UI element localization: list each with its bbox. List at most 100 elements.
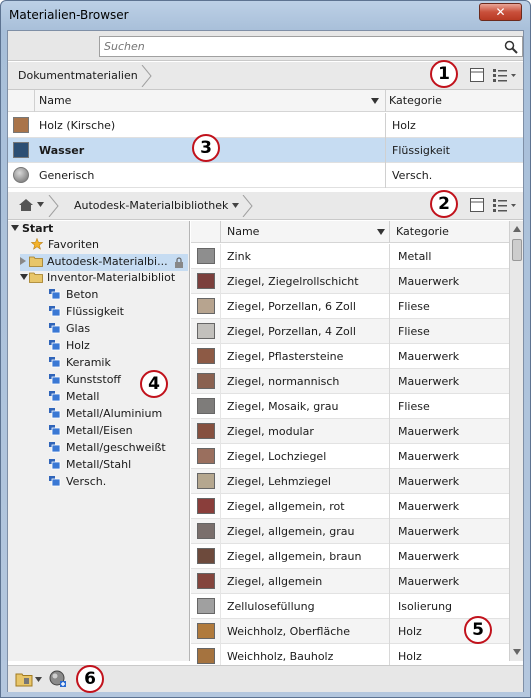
material-name: Ziegel, allgemein	[227, 575, 323, 588]
column-divider	[389, 544, 390, 569]
tree-node-category[interactable]: Flüssigkeit	[48, 305, 124, 321]
column-header-name[interactable]: Name	[39, 94, 71, 107]
chevron-down-icon[interactable]	[37, 202, 44, 207]
table-row[interactable]: Weichholz, Oberfläche Holz	[191, 619, 509, 644]
view-options-icon[interactable]	[491, 197, 517, 213]
table-row[interactable]: Ziegel, allgemein Mauerwerk	[191, 569, 509, 594]
material-swatch	[197, 348, 215, 364]
column-divider	[385, 113, 386, 138]
table-row[interactable]: Ziegel, normannisch Mauerwerk	[191, 369, 509, 394]
table-row[interactable]: Ziegel, allgemein, rot Mauerwerk	[191, 494, 509, 519]
search-field[interactable]	[99, 36, 523, 57]
table-row[interactable]: Ziegel, allgemein, grau Mauerwerk	[191, 519, 509, 544]
column-divider[interactable]	[34, 90, 35, 112]
table-row[interactable]: Generisch Versch.	[8, 163, 523, 188]
tree-node-category[interactable]: Metall/Stahl	[48, 458, 131, 474]
breadcrumb-document-materials[interactable]: Dokumentmaterialien	[12, 66, 150, 86]
chevron-down-icon[interactable]	[232, 203, 239, 208]
toggle-panel-icon[interactable]	[469, 67, 485, 83]
library-table-header: Name Kategorie	[191, 221, 509, 243]
table-row[interactable]: Ziegel, Porzellan, 4 Zoll Fliese	[191, 319, 509, 344]
column-header-category[interactable]: Kategorie	[396, 225, 449, 238]
material-swatch	[197, 598, 215, 614]
breadcrumb-autodesk-library[interactable]: Autodesk-Materialbibliothek	[68, 196, 240, 216]
callout-badge: 3	[192, 134, 220, 162]
table-row[interactable]: Ziegel, Mosaik, grau Fliese	[191, 394, 509, 419]
view-options-icon[interactable]	[491, 67, 517, 83]
breadcrumb-separator-icon	[242, 195, 253, 217]
collapse-arrow-icon[interactable]	[20, 257, 26, 265]
create-material-icon[interactable]	[49, 670, 67, 688]
title-bar[interactable]: Materialien-Browser ✕	[1, 1, 530, 31]
material-swatch	[197, 623, 215, 639]
category-icon	[49, 323, 61, 334]
tree-node-category[interactable]: Versch.	[48, 475, 106, 491]
home-icon[interactable]	[18, 198, 34, 212]
search-icon[interactable]	[504, 40, 518, 54]
column-divider	[220, 269, 221, 294]
material-name: Ziegel, allgemein, braun	[227, 550, 362, 563]
breadcrumb-separator-icon	[141, 65, 152, 87]
table-row[interactable]: Holz (Kirsche) Holz	[8, 113, 523, 138]
tree-node-category[interactable]: Beton	[48, 288, 98, 304]
material-name: Ziegel, Porzellan, 4 Zoll	[227, 325, 356, 338]
column-divider[interactable]	[385, 90, 386, 112]
table-row[interactable]: Ziegel, modular Mauerwerk	[191, 419, 509, 444]
category-icon	[49, 425, 61, 436]
material-swatch	[197, 373, 215, 389]
table-row-selected[interactable]: Wasser Flüssigkeit	[8, 138, 523, 163]
tree-node-category[interactable]: Metall/geschweißt	[48, 441, 166, 457]
table-row[interactable]: Ziegel, Ziegelrollschicht Mauerwerk	[191, 269, 509, 294]
vertical-scrollbar[interactable]	[509, 221, 523, 661]
column-divider	[220, 519, 221, 544]
scroll-up-icon[interactable]	[513, 226, 521, 232]
tree-label: Metall/Stahl	[66, 458, 132, 471]
tree-node-category[interactable]: Glas	[48, 322, 90, 338]
scrollbar-thumb[interactable]	[512, 239, 522, 261]
column-divider	[220, 569, 221, 594]
tree-node-category[interactable]: Metall/Aluminium	[48, 407, 162, 423]
tree-node-favorites[interactable]: Favoriten	[30, 238, 99, 254]
chevron-down-icon[interactable]	[35, 677, 42, 682]
search-input[interactable]	[100, 37, 495, 56]
column-divider[interactable]	[389, 221, 390, 243]
column-divider	[385, 163, 386, 188]
expand-arrow-icon[interactable]	[11, 224, 19, 232]
column-divider	[220, 294, 221, 319]
scroll-down-icon[interactable]	[513, 649, 521, 655]
tree-node-category[interactable]: Keramik	[48, 356, 111, 372]
table-row[interactable]: Zellulosefüllung Isolierung	[191, 594, 509, 619]
tree-node-autodesk-library[interactable]: Autodesk-Materialbi...	[20, 254, 188, 271]
tree-label: Start	[22, 222, 54, 235]
tree-node-start[interactable]: Start	[11, 222, 53, 238]
tree-node-category[interactable]: Metall	[48, 390, 99, 406]
tree-node-inventor-library[interactable]: Inventor-Materialbibliot	[20, 271, 175, 287]
material-name: Weichholz, Bauholz	[227, 650, 334, 663]
category-icon	[49, 408, 61, 419]
material-category: Mauerwerk	[398, 275, 460, 288]
column-divider	[389, 444, 390, 469]
toggle-panel-icon[interactable]	[469, 197, 485, 213]
column-divider	[389, 569, 390, 594]
library-manage-icon[interactable]	[15, 671, 33, 687]
table-row[interactable]: Ziegel, Porzellan, 6 Zoll Fliese	[191, 294, 509, 319]
expand-arrow-icon[interactable]	[20, 273, 28, 281]
tree-node-category[interactable]: Metall/Eisen	[48, 424, 133, 440]
close-button[interactable]: ✕	[479, 3, 522, 21]
material-name: Ziegel, Ziegelrollschicht	[227, 275, 359, 288]
table-row[interactable]: Ziegel, Lehmziegel Mauerwerk	[191, 469, 509, 494]
table-row[interactable]: Ziegel, Lochziegel Mauerwerk	[191, 444, 509, 469]
tree-node-category[interactable]: Holz	[48, 339, 90, 355]
folder-icon	[29, 272, 43, 283]
table-row[interactable]: Ziegel, allgemein, braun Mauerwerk	[191, 544, 509, 569]
table-row[interactable]: Ziegel, Pflastersteine Mauerwerk	[191, 344, 509, 369]
column-divider	[220, 469, 221, 494]
tree-node-category[interactable]: Kunststoff	[48, 373, 121, 389]
column-header-name[interactable]: Name	[227, 225, 259, 238]
column-divider	[220, 494, 221, 519]
table-row[interactable]: Zink Metall	[191, 244, 509, 269]
material-swatch	[197, 648, 215, 664]
tree-label: Metall	[66, 390, 100, 403]
column-header-category[interactable]: Kategorie	[389, 94, 442, 107]
column-divider[interactable]	[220, 221, 221, 243]
